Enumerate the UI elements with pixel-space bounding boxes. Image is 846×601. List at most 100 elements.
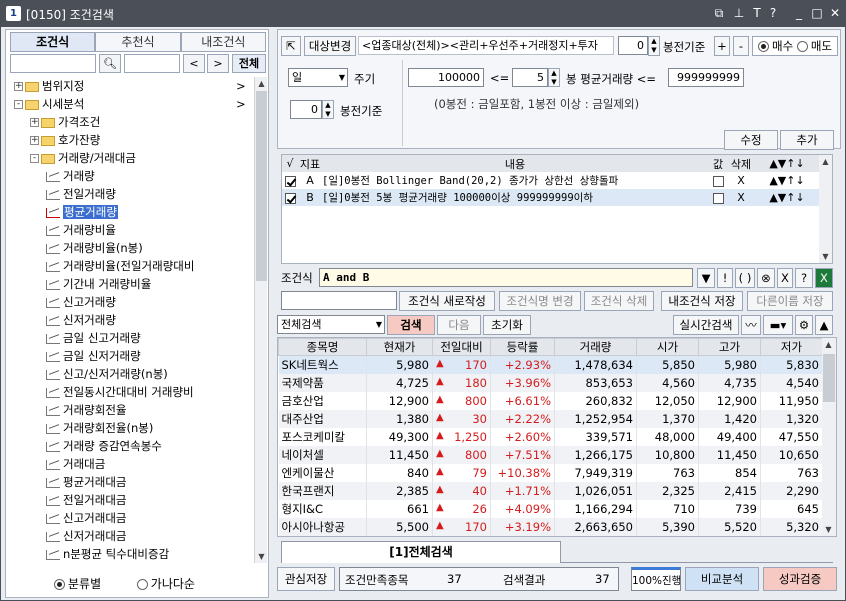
bong2-spinner[interactable]: ▲ ▼ (322, 100, 334, 119)
formula-help-button[interactable]: ? (795, 268, 813, 288)
tree-item[interactable]: 거래량회전율 (46, 401, 126, 419)
search-input[interactable] (10, 54, 96, 73)
tab-recommend[interactable]: 추천식 (95, 32, 181, 52)
tree-item[interactable]: 평균거래대금 (46, 473, 126, 491)
expander-icon[interactable]: - (30, 154, 39, 163)
pin-icon[interactable]: ⊥ (731, 5, 747, 21)
tree-item[interactable]: 신저거래량 (46, 311, 116, 329)
reorder-arrows[interactable]: ▲▼↑↓ (754, 189, 820, 206)
layout-dropdown-icon[interactable]: ▬▾ (763, 315, 793, 335)
results-row[interactable]: 엔케이물산 840 ▲ 79 +10.38% 7,949,319 763 854 763 (278, 463, 823, 482)
period-n-input[interactable]: 5 (512, 68, 548, 87)
add-button[interactable]: 추가 (780, 130, 834, 150)
results-scrollbar[interactable]: ▲ ▼ (822, 338, 836, 536)
tree-folder[interactable]: + 범위지정 > (14, 77, 246, 95)
search-button[interactable]: 검색 (387, 315, 435, 335)
help-icon[interactable]: ? (765, 5, 781, 21)
results-row[interactable]: 포스코케미칼 49,300 ▲ 1,250 +2.60% 339,571 48,000 49,… (278, 427, 823, 446)
tree-item[interactable]: 거래량비율(n봉) (46, 239, 143, 257)
search-scope-select[interactable]: 전체검색 ▼ (277, 315, 385, 334)
expander-icon[interactable]: + (30, 136, 39, 145)
prev-button[interactable]: < (183, 54, 205, 73)
link-icon[interactable]: ⧉ (711, 5, 727, 21)
interest-save-button[interactable]: 관심저장 (277, 567, 335, 591)
my-condition-save-button[interactable]: 내조건식 저장 (661, 291, 743, 311)
tree-item[interactable]: 전일거래량 (46, 185, 116, 203)
new-condition-button[interactable]: 조건식 새로작성 (399, 291, 495, 311)
scroll-thumb[interactable] (256, 91, 267, 281)
next-button[interactable]: > (207, 54, 229, 73)
all-button[interactable]: 전체 (232, 54, 266, 73)
scroll-up-icon[interactable]: ▲ (819, 155, 832, 168)
results-row[interactable]: 네이처셀 11,450 ▲ 800 +7.51% 1,266,175 10,800 11,45… (278, 445, 823, 464)
results-row[interactable]: 한국프랜지 2,385 ▲ 40 +1.71% 1,026,051 2,325 2,415 2,… (278, 481, 823, 500)
plus-button[interactable]: + (714, 36, 730, 56)
min-volume-input[interactable]: 100000 (408, 68, 484, 87)
tree-item[interactable]: 신고/신저거래량(n봉) (46, 365, 168, 383)
scroll-up-icon[interactable]: ▲ (255, 77, 268, 90)
expander-icon[interactable]: + (14, 82, 23, 91)
value-checkbox[interactable] (712, 175, 724, 187)
arrow-icon[interactable]: > (236, 95, 246, 113)
tree-folder[interactable]: + 호가잔량 (30, 131, 100, 149)
max-volume-input[interactable]: 999999999 (668, 68, 744, 87)
indicator-row[interactable]: B [일]0봉전 5봉 평균거래량 100000이상 999999999이하 X… (282, 189, 820, 206)
radio-category[interactable] (54, 579, 65, 590)
formula-dropdown-icon[interactable]: ▼ (697, 268, 715, 288)
tab-my-condition[interactable]: 내조건식 (180, 32, 266, 52)
results-column-header[interactable]: 거래량 (554, 338, 637, 356)
edit-button[interactable]: 수정 (724, 130, 778, 150)
next-search-button[interactable]: 다음 (437, 315, 481, 335)
expander-icon[interactable]: - (14, 100, 23, 109)
collapse-icon[interactable]: ▲ (815, 315, 833, 335)
maximize-icon[interactable]: □ (809, 5, 825, 21)
tree-item[interactable]: 거래량비율 (46, 221, 116, 239)
tree-item[interactable]: 전일동시간대대비 거래량비 (46, 383, 194, 401)
tree-item[interactable]: n분평균 틱수대비증감 (46, 545, 169, 563)
tree-folder[interactable]: - 시세분석 > (14, 95, 246, 113)
results-column-header[interactable]: 종목명 (278, 338, 367, 356)
results-row[interactable]: 대주산업 1,380 ▲ 30 +2.22% 1,252,954 1,370 1,420 1,3… (278, 409, 823, 428)
indicator-checkbox[interactable] (284, 192, 296, 204)
expand-icon[interactable]: ⇱ (281, 36, 301, 56)
value-checkbox[interactable] (712, 192, 724, 204)
tree-item[interactable]: 거래량 (46, 167, 95, 185)
search-icon[interactable]: 🔍︎ (99, 54, 121, 73)
indicator-checkbox[interactable] (284, 175, 296, 187)
chart-icon[interactable]: 〰 (741, 315, 761, 335)
rename-button[interactable]: 조건식명 변경 (499, 291, 581, 311)
tree-item[interactable]: 금일 신고거래량 (46, 329, 141, 347)
font-size-icon[interactable]: T (749, 5, 765, 21)
results-row[interactable]: 금호산업 12,900 ▲ 800 +6.61% 260,832 12,050 12,900 1… (278, 391, 823, 410)
close-icon[interactable]: ✕ (827, 5, 843, 21)
tree-item[interactable]: 금일 신저거래량 (46, 347, 141, 365)
results-column-header[interactable]: 등락률 (490, 338, 555, 356)
delete-icon[interactable]: X (728, 172, 754, 189)
results-column-header[interactable]: 전일대비 (432, 338, 491, 356)
gear-icon[interactable]: ⚙ (795, 315, 813, 335)
paren-button[interactable]: ( ) (735, 268, 755, 288)
xor-button[interactable]: ⊗ (757, 268, 775, 288)
scroll-up-icon[interactable]: ▲ (822, 338, 835, 351)
minimize-icon[interactable]: _ (791, 5, 807, 21)
tree-folder[interactable]: + 가격조건 (30, 113, 100, 131)
tree-item[interactable]: 거래량회전율(n봉) (46, 419, 153, 437)
results-column-header[interactable]: 현재가 (366, 338, 433, 356)
results-row[interactable]: SK네트웍스 5,980 ▲ 170 +2.93% 1,478,634 5,850 5,980… (278, 355, 823, 374)
results-row[interactable]: 국제약품 4,725 ▲ 180 +3.96% 853,653 4,560 4,735 4,54… (278, 373, 823, 392)
compare-button[interactable]: 비교분석 (685, 567, 759, 591)
scroll-down-icon[interactable]: ▼ (822, 523, 835, 536)
results-column-header[interactable]: 고가 (698, 338, 761, 356)
reorder-arrows[interactable]: ▲▼↑↓ (754, 172, 820, 189)
bong2-input[interactable]: 0 (290, 100, 322, 119)
delete-icon[interactable]: X (728, 189, 754, 206)
tree-item[interactable]: 평균거래량 (46, 203, 118, 221)
tree-item[interactable]: 거래대금 (46, 455, 105, 473)
results-column-header[interactable]: 저가 (760, 338, 823, 356)
performance-button[interactable]: 성과검증 (763, 567, 837, 591)
tree-item[interactable]: 거래량비율(전일거래량대비 (46, 257, 194, 275)
condition-name-input[interactable] (281, 291, 397, 310)
tree-item[interactable]: 신고거래량 (46, 293, 116, 311)
excel-icon[interactable]: X (815, 268, 833, 288)
indicator-scrollbar[interactable]: ▲ ▼ (819, 155, 832, 263)
